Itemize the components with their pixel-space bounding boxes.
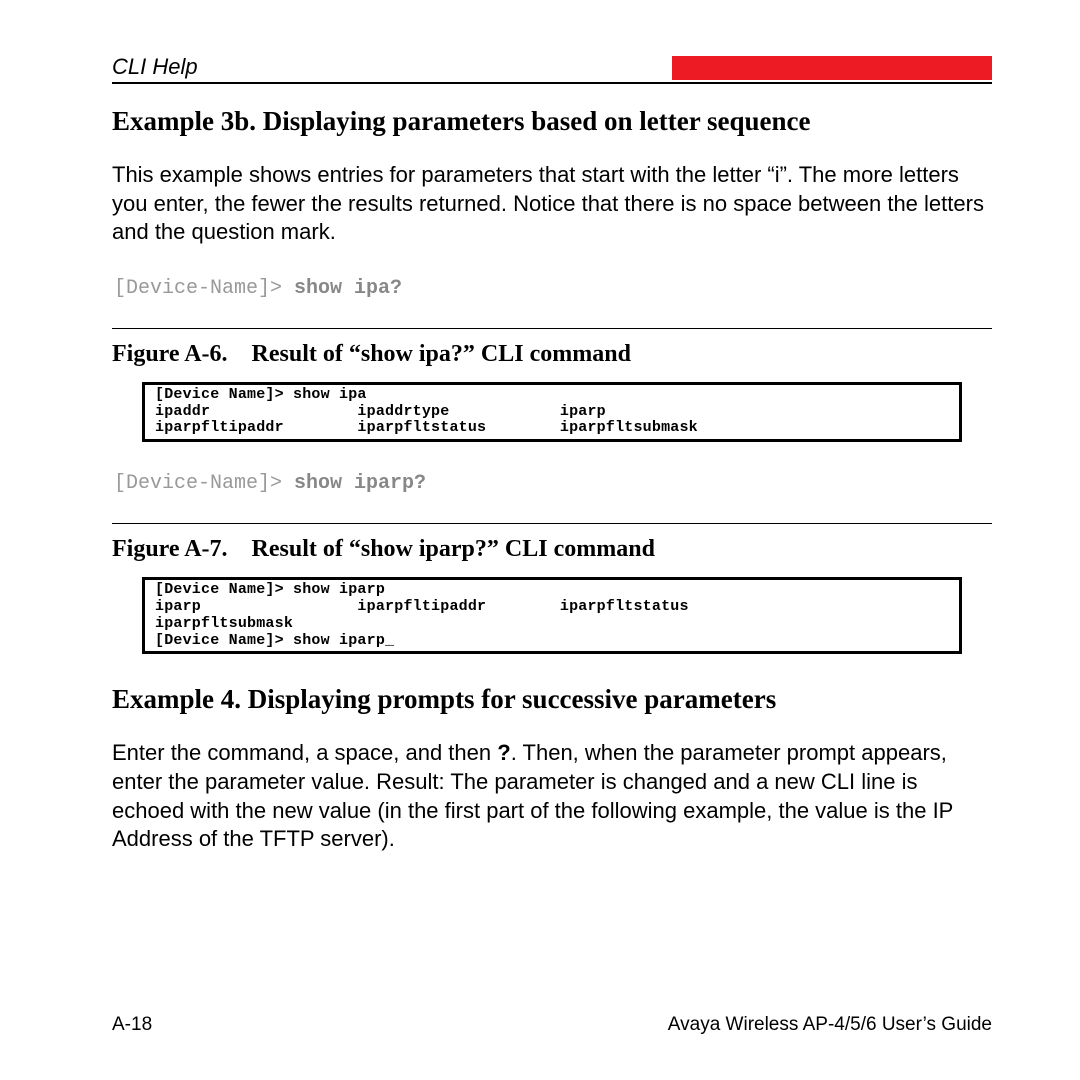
example-4-paragraph: Enter the command, a space, and then ?. … [112,739,992,853]
example-3b-heading: Example 3b. Displaying parameters based … [112,106,992,137]
figure-a6-rule [112,328,992,329]
footer-guide-title: Avaya Wireless AP-4/5/6 User’s Guide [668,1014,992,1036]
page-header: CLI Help [112,54,992,80]
header-section-title: CLI Help [112,54,198,80]
header-red-bar [672,56,992,80]
header-rule [112,82,992,84]
figure-a7-caption: Figure A-7. Result of “show iparp?” CLI … [112,536,992,563]
cli-prompt: [Device-Name]> [114,277,294,300]
example-4-text-pre: Enter the command, a space, and then [112,740,497,765]
figure-a6-terminal: [Device Name]> show ipa ipaddr ipaddrtyp… [142,382,962,442]
cli-command-line-1: [Device-Name]> show ipa? [114,277,992,300]
example-3b-paragraph: This example shows entries for parameter… [112,161,992,247]
example-4-heading: Example 4. Displaying prompts for succes… [112,684,992,715]
figure-a7-rule [112,523,992,524]
cli-command: show ipa? [294,277,402,300]
figure-a7-terminal: [Device Name]> show iparp iparp iparpflt… [142,577,962,654]
example-4-question-mark: ? [497,740,510,765]
cli-prompt: [Device-Name]> [114,472,294,495]
page-footer: A-18 Avaya Wireless AP-4/5/6 User’s Guid… [112,1014,992,1036]
figure-a6-caption: Figure A-6. Result of “show ipa?” CLI co… [112,341,992,368]
cli-command: show iparp? [294,472,426,495]
footer-page-number: A-18 [112,1014,152,1036]
cli-command-line-2: [Device-Name]> show iparp? [114,472,992,495]
